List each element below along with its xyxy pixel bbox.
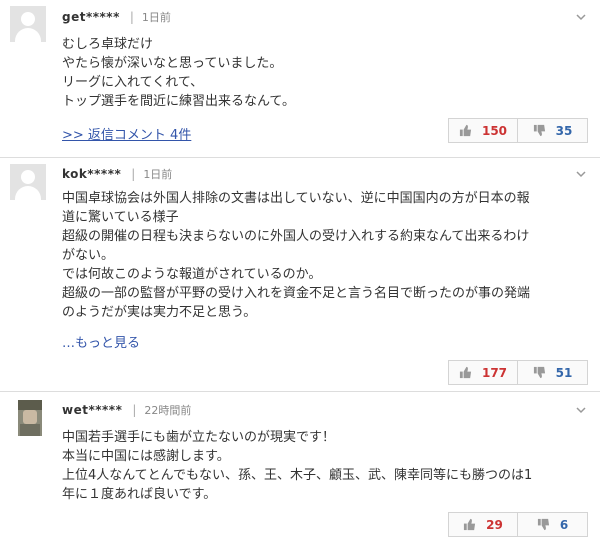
vote-bar: 177 51 (448, 360, 588, 385)
thumbs-up-icon (459, 124, 472, 137)
good-button[interactable]: 29 (448, 512, 518, 537)
bad-count: 51 (555, 365, 573, 380)
bad-button[interactable]: 35 (518, 118, 588, 143)
bad-count: 35 (555, 123, 573, 138)
bad-button[interactable]: 51 (518, 360, 588, 385)
comment-body: 中国若手選手にも歯が立たないのが現実です！ 本当に中国には感謝します。 上位4人… (62, 428, 586, 504)
thumbs-down-icon (533, 124, 545, 137)
comment-line: 超級の一部の監督が平野の受け入れを資金不足と言う名目で断ったのが事の発端 (62, 286, 531, 301)
comment-line: 道に驚いている様子 (62, 210, 179, 225)
default-avatar-icon[interactable] (10, 164, 46, 200)
comment-timestamp: 1日前 (143, 168, 173, 181)
comment-meta: kok***** | 1日前 (62, 166, 172, 182)
comment-timestamp: 1日前 (141, 11, 171, 24)
default-avatar-icon[interactable] (10, 6, 46, 42)
comment-line: 超級の開催の日程も決まらないのに外国人の受け入れする約束なんて出来るわけ (62, 229, 530, 244)
user-photo-avatar[interactable] (18, 400, 42, 436)
vote-bar: 150 35 (448, 118, 588, 143)
comment-item: get***** | 1日前 むしろ卓球だけ やたら懐が深いなと思っていました。… (0, 0, 600, 157)
comment-item: kok***** | 1日前 中国卓球協会は外国人排除の文書は出していない、逆に… (0, 158, 600, 390)
comment-line: リーグに入れてくれて、 (62, 75, 204, 90)
chevron-down-icon[interactable] (576, 405, 586, 415)
reply-comments-link[interactable]: >> 返信コメント 4件 (62, 124, 191, 143)
comment-item: wet***** | 22時間前 中国若手選手にも歯が立たないのが現実です！ 本… (0, 392, 600, 543)
comment-line: 中国卓球協会は外国人排除の文書は出していない、逆に中国国内の方が日本の報 (62, 191, 530, 206)
comment-username[interactable]: kok***** (62, 167, 121, 181)
good-count: 177 (481, 365, 508, 380)
show-more-link[interactable]: …もっと見る (62, 332, 140, 351)
comment-line: 年に１度あれば良いです。 (62, 487, 217, 502)
comment-line: 本当に中国には感謝します。 (62, 449, 230, 464)
thumbs-up-icon (459, 366, 472, 379)
comment-meta: get***** | 1日前 (62, 9, 171, 25)
comment-line: では何故このような報道がされているのか。 (62, 267, 322, 282)
comment-body: むしろ卓球だけ やたら懐が深いなと思っていました。 リーグに入れてくれて、 トッ… (62, 35, 586, 111)
good-button[interactable]: 150 (448, 118, 518, 143)
thumbs-down-icon (533, 366, 545, 379)
vote-bar: 29 6 (448, 512, 588, 537)
meta-separator: | (129, 10, 134, 24)
comment-body: 中国卓球協会は外国人排除の文書は出していない、逆に中国国内の方が日本の報 道に驚… (62, 189, 586, 322)
comment-line: 中国若手選手にも歯が立たないのが現実です！ (62, 430, 336, 445)
comment-username[interactable]: wet***** (62, 403, 122, 417)
thumbs-down-icon (537, 518, 549, 531)
comment-line: 上位4人なんてとんでもない、孫、王、木子、顧玉、武、陳幸同等にも勝つのは1 (62, 468, 533, 483)
bad-button[interactable]: 6 (518, 512, 588, 537)
comment-line: のようだが実は実力不足と思う。 (62, 305, 257, 320)
chevron-down-icon[interactable] (576, 12, 586, 22)
meta-separator: | (132, 403, 137, 417)
comment-line: やたら懐が深いなと思っていました。 (62, 56, 283, 71)
comment-meta: wet***** | 22時間前 (62, 402, 191, 418)
comment-username[interactable]: get***** (62, 10, 120, 24)
comment-timestamp: 22時間前 (144, 404, 192, 417)
bad-count: 6 (559, 517, 569, 532)
comment-line: トップ選手を間近に練習出来るなんて。 (62, 94, 295, 109)
good-button[interactable]: 177 (448, 360, 518, 385)
chevron-down-icon[interactable] (576, 169, 586, 179)
good-count: 150 (481, 123, 508, 138)
meta-separator: | (131, 167, 136, 181)
comment-line: むしろ卓球だけ (62, 37, 154, 52)
thumbs-up-icon (464, 518, 476, 531)
good-count: 29 (486, 517, 503, 532)
comment-line: がない。 (62, 248, 115, 263)
